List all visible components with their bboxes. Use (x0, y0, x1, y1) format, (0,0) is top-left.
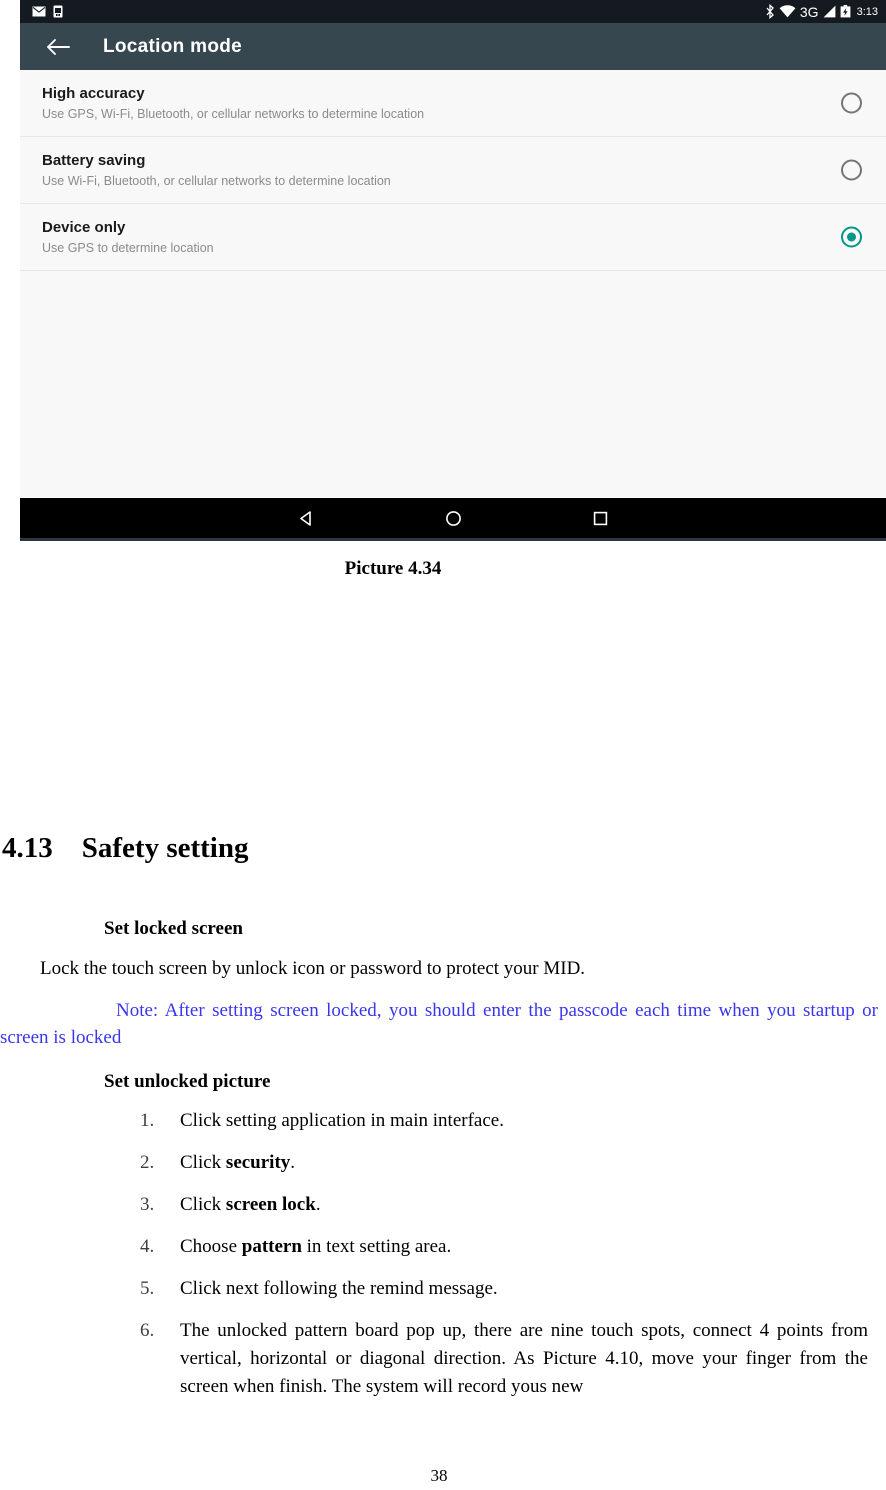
step-number: 1. (140, 1110, 155, 1131)
step-item: 3. Click screen lock. (0, 1191, 886, 1219)
android-navigation-bar (20, 498, 886, 538)
wifi-icon (779, 5, 796, 18)
paragraph-lock-touch-screen: Lock the touch screen by unlock icon or … (40, 958, 586, 979)
navbar-bottom-edge (20, 538, 886, 541)
steps-list: 1. Click setting application in main inte… (0, 1107, 886, 1401)
step-item: 5. Click next following the remind messag… (0, 1275, 886, 1303)
list-empty-space (20, 271, 886, 498)
step-emphasis: security (225, 1152, 291, 1173)
step-item: 4. Choose pattern in text setting area. (0, 1233, 886, 1261)
step-number: 5. (140, 1278, 155, 1299)
option-subtitle: Use GPS to determine location (42, 240, 214, 255)
note-passcode: Note: After setting screen locked, you s… (0, 1000, 878, 1048)
step-emphasis: screen lock (225, 1194, 316, 1215)
step-item: 2. Click security. (0, 1149, 886, 1177)
status-bar-clock: 3:13 (856, 5, 878, 18)
step-number: 4. (140, 1236, 155, 1257)
step-text: Click (180, 1194, 226, 1215)
status-bar: 3G 3:13 (20, 0, 886, 23)
toolbar-title: Location mode (103, 35, 243, 57)
step-text: Click (180, 1152, 226, 1173)
radio-button-high-accuracy[interactable] (841, 92, 862, 114)
bluetooth-icon (766, 4, 774, 19)
location-mode-option-high-accuracy[interactable]: High accuracy Use GPS, Wi-Fi, Bluetooth,… (20, 70, 886, 137)
back-arrow-icon[interactable] (46, 37, 71, 57)
option-title: Battery saving (42, 151, 146, 169)
status-bar-right-icons: 3G 3:13 (765, 4, 878, 19)
option-subtitle: Use GPS, Wi-Fi, Bluetooth, or cellular n… (42, 106, 425, 121)
sub-heading-set-unlocked-picture: Set unlocked picture (104, 1071, 271, 1092)
step-number: 3. (140, 1194, 155, 1215)
cellular-signal-icon (823, 5, 835, 18)
step-number: 6. (140, 1320, 155, 1341)
step-text: in text setting area. (301, 1236, 452, 1257)
sub-heading-set-locked-screen: Set locked screen (104, 918, 243, 939)
step-number: 2. (140, 1152, 155, 1173)
location-mode-option-battery-saving[interactable]: Battery saving Use Wi-Fi, Bluetooth, or … (20, 137, 886, 204)
network-type-label: 3G (799, 3, 819, 20)
back-triangle-icon[interactable] (297, 509, 316, 528)
step-item: 6. The unlocked pattern board pop up, the… (0, 1317, 886, 1401)
option-title: High accuracy (42, 84, 145, 102)
document-body: 4.13 Safety setting Set locked screen Lo… (0, 828, 886, 1415)
figure-caption: Picture 4.34 (344, 558, 442, 579)
step-item: 1. Click setting application in main inte… (0, 1107, 886, 1135)
option-subtitle: Use Wi-Fi, Bluetooth, or cellular networ… (42, 173, 391, 188)
location-mode-option-device-only[interactable]: Device only Use GPS to determine locatio… (20, 204, 886, 271)
radio-button-battery-saving[interactable] (841, 159, 862, 181)
sim-card-icon (53, 5, 63, 18)
recents-square-icon[interactable] (591, 509, 610, 528)
home-circle-icon[interactable] (444, 509, 463, 528)
step-text: Choose (180, 1236, 242, 1257)
step-text: Click next following the remind message. (180, 1278, 498, 1299)
option-title: Device only (42, 218, 126, 236)
radio-button-device-only[interactable] (841, 226, 862, 248)
step-text: Click setting application in main interf… (180, 1110, 504, 1131)
android-screenshot-figure: 3G 3:13 Location mode High accuracy Use … (20, 0, 886, 541)
battery-icon (840, 5, 850, 18)
location-mode-list: High accuracy Use GPS, Wi-Fi, Bluetooth,… (20, 70, 886, 498)
step-text: . (315, 1194, 321, 1215)
step-emphasis: pattern (241, 1236, 302, 1257)
mail-icon (32, 6, 46, 17)
section-heading: 4.13 Safety setting (2, 832, 249, 864)
page-number: 38 (430, 1466, 448, 1485)
step-text: The unlocked pattern board pop up, there… (180, 1320, 868, 1397)
step-text: . (290, 1152, 296, 1173)
app-toolbar: Location mode (20, 23, 886, 70)
status-bar-left-icons (32, 5, 63, 18)
